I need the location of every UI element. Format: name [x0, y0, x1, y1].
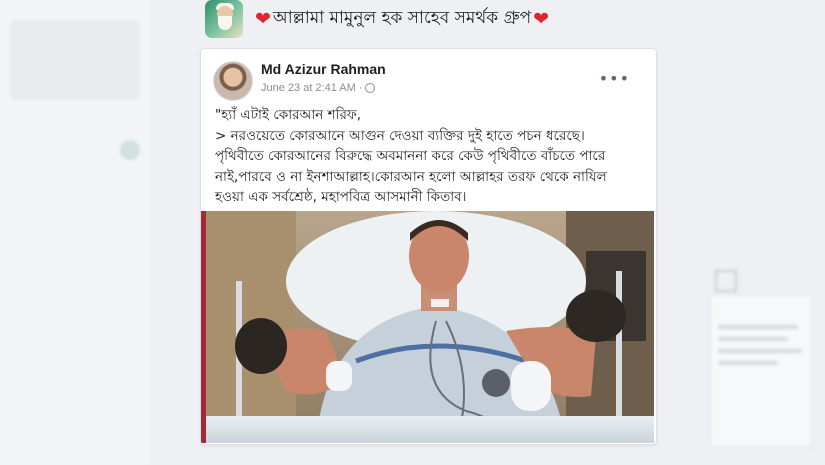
post-card: Md Azizur Rahman June 23 at 2:41 AM · ••… [200, 48, 657, 445]
author-name[interactable]: Md Azizur Rahman [261, 61, 386, 77]
meta-separator: · [358, 82, 363, 94]
author-avatar[interactable] [213, 61, 253, 101]
background-avatar [120, 140, 140, 160]
post-text-line: হওয়া এক সর্বশ্রেষ্ঠ, মহাপবিত্র আসমানী ক… [215, 189, 467, 205]
post-photo[interactable] [201, 211, 654, 443]
background-line [718, 349, 802, 353]
post-text-line: পৃথিবীতে কোরআনের বিরুদ্ধে অবমাননা করে কে… [215, 148, 606, 164]
hospital-photo-illustration [206, 211, 654, 443]
post-text: "হ্যাঁ এটাই কোরআন শরিফ, > নরওয়েতে কোরআন… [215, 105, 645, 208]
background-line [718, 361, 778, 365]
post-text-line: "হ্যাঁ এটাই কোরআন শরিফ, [215, 107, 362, 123]
group-title[interactable]: ❤ আল্লামা মামুনুল হক সাহেব সমর্থক গ্রুপ … [255, 5, 549, 33]
globe-icon [365, 83, 376, 93]
background-panel [10, 20, 140, 100]
heart-icon: ❤ [255, 8, 271, 30]
background-card [710, 295, 812, 447]
post-text-line: > নরওয়েতে কোরআনে আগুন দেওয়া ব্যক্তির দ… [215, 127, 585, 144]
post-date[interactable]: June 23 at 2:41 AM [261, 82, 356, 94]
group-name[interactable]: আল্লামা মামুনুল হক সাহেব সমর্থক গ্রুপ [273, 5, 531, 33]
post-meta: June 23 at 2:41 AM · [261, 82, 376, 94]
heart-icon: ❤ [533, 8, 550, 30]
background-line [718, 337, 788, 341]
more-options-icon[interactable]: ••• [599, 69, 630, 88]
group-header: ❤ আল্লামা মামুনুল হক সাহেব সমর্থক গ্রুপ … [205, 0, 549, 38]
background-page-left [0, 0, 150, 465]
background-line [718, 325, 798, 329]
background-page-right [690, 255, 825, 465]
group-thumbnail[interactable] [205, 0, 243, 38]
post-text-line: নাই,পারবে ও না ইনশাআল্লাহ।কোরআন হলো আল্ল… [215, 168, 607, 185]
background-checkbox [715, 270, 737, 292]
